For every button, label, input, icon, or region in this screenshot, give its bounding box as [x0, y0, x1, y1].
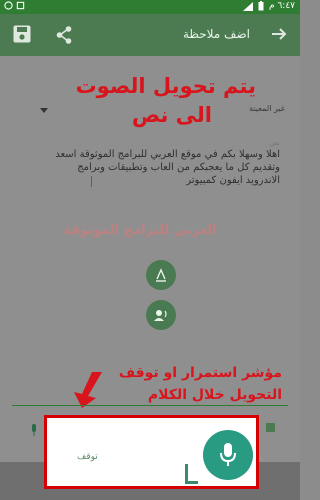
text-format-button[interactable]: [146, 260, 176, 290]
status-left-icons: [4, 1, 25, 10]
back-arrow-icon[interactable]: [270, 25, 288, 43]
text-cursor: [91, 176, 92, 187]
text-format-icon: [156, 268, 166, 282]
annotation-indicator-line1: مؤشر استمرار او توقف: [118, 365, 282, 381]
language-select[interactable]: غير المعينة: [249, 104, 285, 113]
note-text-field[interactable]: اهلا وسهلا بكم في موقع العربي للبرامج ال…: [40, 148, 280, 187]
annotation-indicator: مؤشر استمرار او توقف التحويل خلال الكلام: [119, 362, 282, 406]
watermark: العربي للبرامج الموثوقة: [63, 223, 217, 238]
stop-button[interactable]: توقف: [77, 452, 98, 462]
input-underline: [12, 405, 288, 406]
annotation-headline-line2: الى نص: [131, 103, 212, 127]
notification-icon: [16, 1, 25, 10]
signal-icon: [243, 1, 254, 11]
app-bar: اضف ملاحظة: [0, 14, 300, 56]
annotation-headline-line1: يتم تحويل الصوت: [75, 74, 256, 98]
battery-icon: [258, 1, 264, 11]
annotation-indicator-line2: التحويل خلال الكلام: [147, 387, 282, 403]
voice-dialog: توقف: [44, 415, 259, 489]
page-title: اضف ملاحظة: [182, 27, 250, 41]
volume-level-icon: [185, 462, 201, 484]
close-small-icon[interactable]: [266, 423, 275, 432]
record-voice-icon: [154, 310, 167, 321]
status-right: ٦:٤٧ م: [243, 1, 295, 11]
share-icon[interactable]: [54, 25, 74, 45]
whatsapp-icon: [4, 1, 13, 10]
mic-button[interactable]: [203, 430, 253, 480]
status-bar: ٦:٤٧ م: [0, 0, 300, 14]
note-field-label: نص: [269, 139, 280, 147]
mic-icon: [220, 443, 236, 466]
annotation-arrow-icon: [74, 372, 102, 408]
mic-small-icon: [32, 424, 36, 436]
annotation-headline: يتم تحويل الصوت الى نص: [76, 72, 256, 130]
voice-input-button[interactable]: [146, 300, 176, 330]
clock: ٦:٤٧ م: [269, 1, 295, 11]
dropdown-caret-icon[interactable]: [40, 108, 48, 113]
save-icon[interactable]: [12, 24, 32, 44]
